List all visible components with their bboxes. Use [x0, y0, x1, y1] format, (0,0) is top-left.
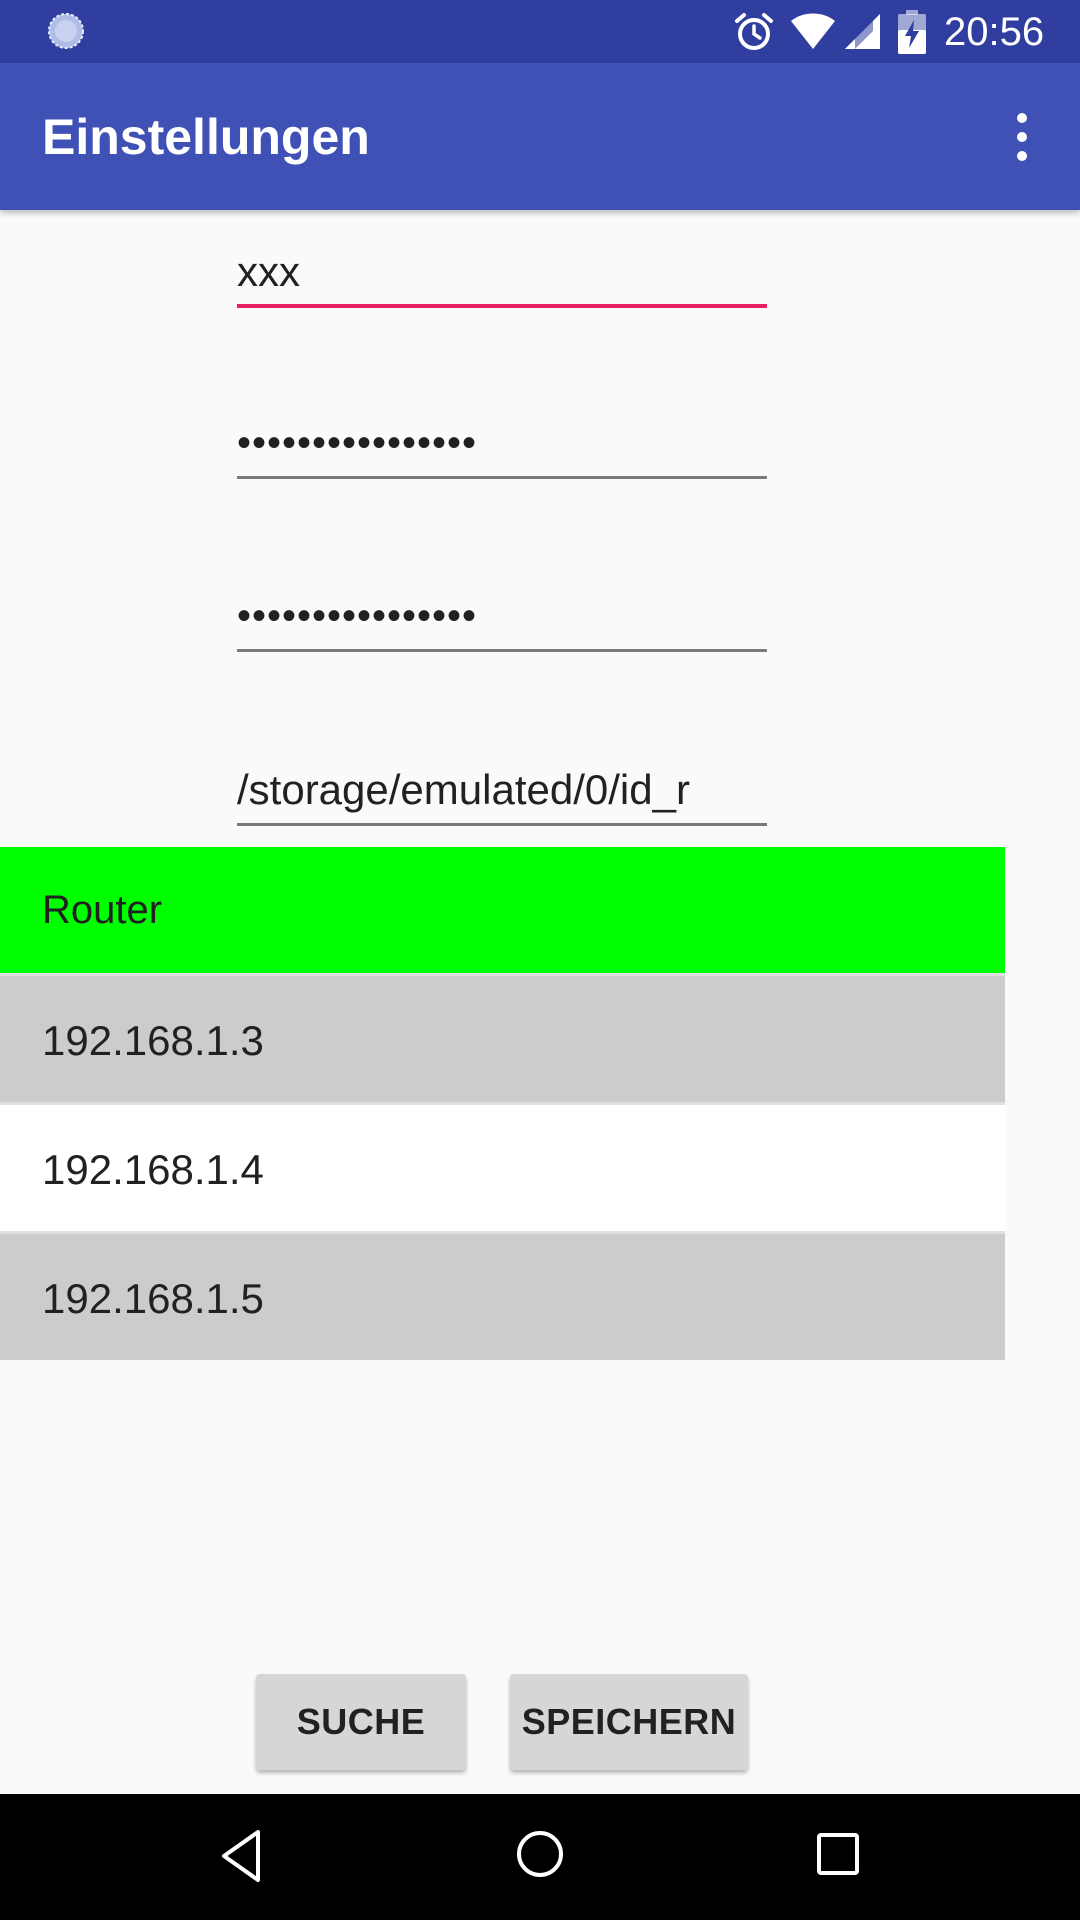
- status-time: 20:56: [944, 10, 1045, 54]
- back-icon[interactable]: [218, 1826, 266, 1886]
- home-icon[interactable]: [514, 1828, 566, 1880]
- battery-charging-icon: [898, 10, 926, 54]
- search-button[interactable]: SUCHE: [256, 1674, 466, 1770]
- list-item[interactable]: 192.168.1.5: [0, 1231, 1005, 1360]
- app-toolbar: Einstellungen: [0, 63, 1080, 210]
- router-list: Router 192.168.1.3 192.168.1.4 192.168.1…: [0, 847, 1005, 1360]
- page-title: Einstellungen: [42, 109, 370, 165]
- list-item[interactable]: 192.168.1.4: [0, 1102, 1005, 1231]
- list-header: Router: [0, 847, 1005, 973]
- signal-icon: [845, 14, 880, 49]
- sync-icon: [48, 13, 84, 49]
- save-button[interactable]: SPEICHERN: [510, 1674, 748, 1770]
- recents-icon[interactable]: [814, 1830, 862, 1878]
- password-field[interactable]: ••••••••••••••••: [237, 413, 767, 479]
- alarm-icon: [735, 13, 773, 50]
- wifi-icon: [791, 13, 835, 49]
- more-vert-icon[interactable]: [1006, 109, 1038, 165]
- path-field[interactable]: /storage/emulated/0/id_r: [237, 760, 767, 826]
- navigation-bar: [0, 1794, 1080, 1920]
- list-item[interactable]: 192.168.1.3: [0, 973, 1005, 1102]
- status-bar: 20:56: [0, 0, 1080, 63]
- password-confirm-field[interactable]: ••••••••••••••••: [237, 586, 767, 652]
- username-field[interactable]: xxx: [237, 242, 767, 308]
